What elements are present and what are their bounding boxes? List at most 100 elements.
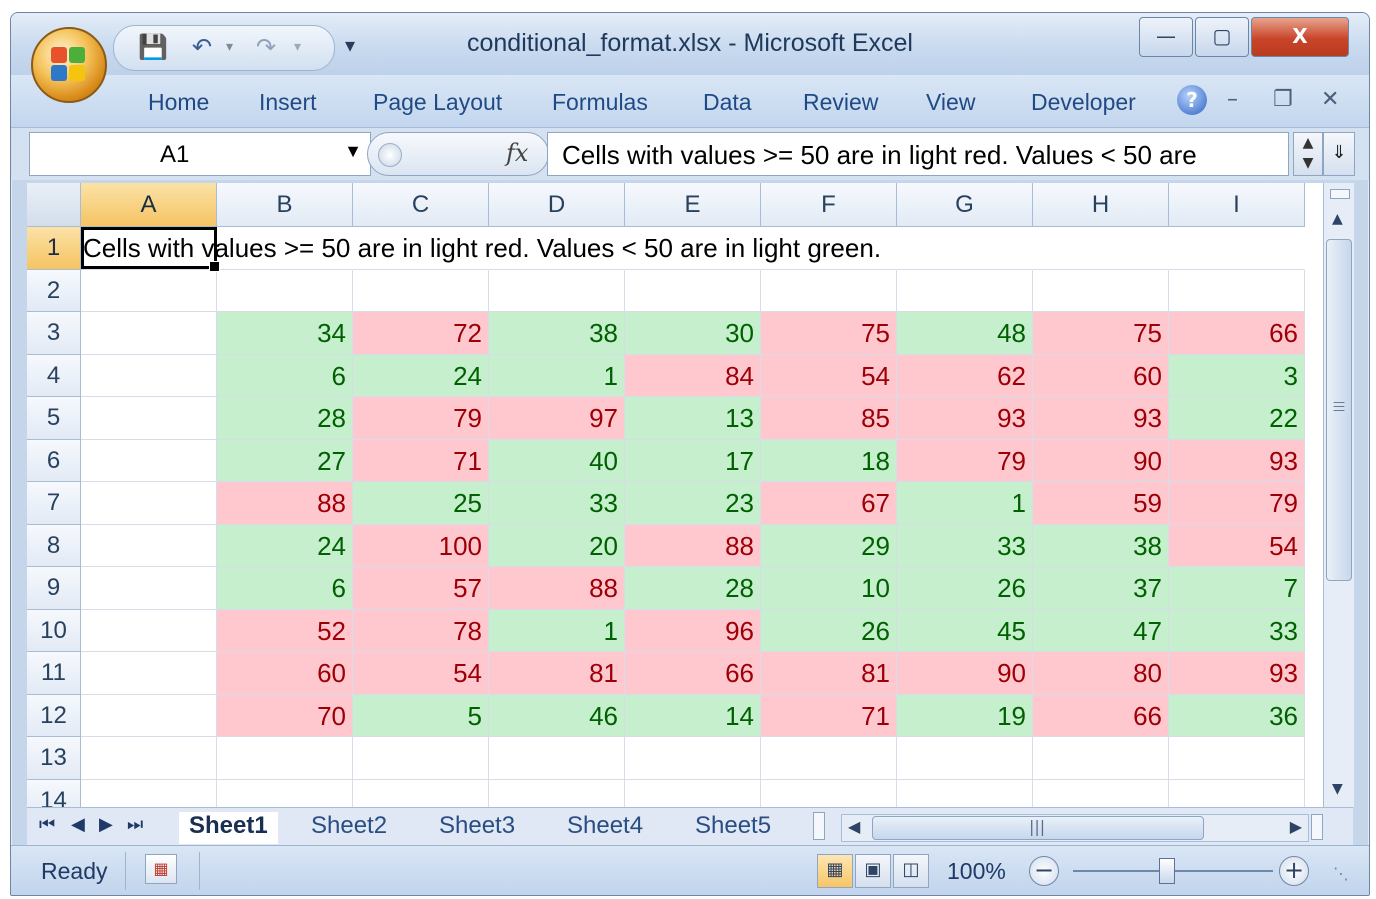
row-header-12[interactable]: 12 bbox=[27, 694, 81, 737]
cell-e4[interactable]: 84 bbox=[625, 354, 761, 397]
tab-developer[interactable]: Developer bbox=[1031, 89, 1136, 116]
cell-f9[interactable]: 10 bbox=[761, 567, 897, 610]
tab-insert[interactable]: Insert bbox=[259, 89, 317, 116]
column-header-e[interactable]: E bbox=[625, 183, 761, 227]
vertical-scrollbar[interactable]: ▲ — — — ▼ bbox=[1323, 183, 1354, 807]
row-header-10[interactable]: 10 bbox=[27, 609, 81, 652]
vertical-scroll-thumb[interactable]: — — — bbox=[1326, 239, 1352, 581]
cell-i7[interactable]: 79 bbox=[1169, 482, 1305, 525]
name-box-dropdown-icon[interactable]: ▼ bbox=[344, 141, 362, 162]
cell-e10[interactable]: 96 bbox=[625, 609, 761, 652]
cell-e3[interactable]: 30 bbox=[625, 312, 761, 355]
row-header-13[interactable]: 13 bbox=[27, 737, 81, 780]
row-header-9[interactable]: 9 bbox=[27, 567, 81, 610]
cell-h11[interactable]: 80 bbox=[1033, 652, 1169, 695]
workbook-restore-icon[interactable]: ❐ bbox=[1273, 87, 1293, 112]
page-break-preview-icon[interactable]: ◫ bbox=[893, 854, 929, 888]
cell-a9[interactable] bbox=[81, 567, 217, 610]
sheet-tab-sheet1[interactable]: Sheet1 bbox=[179, 812, 278, 844]
cell-e11[interactable]: 66 bbox=[625, 652, 761, 695]
office-button[interactable] bbox=[31, 27, 107, 103]
cell-d12[interactable]: 46 bbox=[489, 694, 625, 737]
cell-i2[interactable] bbox=[1169, 269, 1305, 312]
cell-a11[interactable] bbox=[81, 652, 217, 695]
close-button[interactable]: X bbox=[1251, 17, 1349, 57]
row-header-1[interactable]: 1 bbox=[27, 227, 81, 270]
formula-input[interactable]: Cells with values >= 50 are in light red… bbox=[547, 132, 1289, 176]
cell-b12[interactable]: 70 bbox=[217, 694, 353, 737]
cell-c13[interactable] bbox=[353, 737, 489, 780]
tab-split-handle[interactable] bbox=[813, 812, 825, 840]
cell-e13[interactable] bbox=[625, 737, 761, 780]
cell-d10[interactable]: 1 bbox=[489, 609, 625, 652]
row-header-5[interactable]: 5 bbox=[27, 397, 81, 440]
cell-g4[interactable]: 62 bbox=[897, 354, 1033, 397]
page-layout-view-icon[interactable]: ▣ bbox=[855, 854, 891, 888]
sheet-tab-sheet3[interactable]: Sheet3 bbox=[439, 812, 515, 844]
name-box[interactable]: A1 ▼ bbox=[29, 132, 371, 176]
hscroll-split-handle[interactable] bbox=[1311, 814, 1323, 840]
scroll-right-icon[interactable]: ▶ bbox=[1290, 817, 1302, 836]
row-header-2[interactable]: 2 bbox=[27, 269, 81, 312]
cell-i1[interactable] bbox=[1169, 227, 1305, 270]
column-header-a[interactable]: A bbox=[81, 183, 217, 227]
cell-a3[interactable] bbox=[81, 312, 217, 355]
cell-f11[interactable]: 81 bbox=[761, 652, 897, 695]
tab-formulas[interactable]: Formulas bbox=[552, 89, 648, 116]
cell-h8[interactable]: 38 bbox=[1033, 524, 1169, 567]
cell-a4[interactable] bbox=[81, 354, 217, 397]
row-header-6[interactable]: 6 bbox=[27, 439, 81, 482]
cell-i3[interactable]: 66 bbox=[1169, 312, 1305, 355]
cell-d4[interactable]: 1 bbox=[489, 354, 625, 397]
cell-i11[interactable]: 93 bbox=[1169, 652, 1305, 695]
cell-c10[interactable]: 78 bbox=[353, 609, 489, 652]
cell-b6[interactable]: 27 bbox=[217, 439, 353, 482]
macro-recording-icon[interactable]: ▦ bbox=[145, 854, 177, 884]
cell-i4[interactable]: 3 bbox=[1169, 354, 1305, 397]
split-box[interactable] bbox=[1330, 189, 1350, 199]
cell-f2[interactable] bbox=[761, 269, 897, 312]
cell-f13[interactable] bbox=[761, 737, 897, 780]
cell-g10[interactable]: 45 bbox=[897, 609, 1033, 652]
cell-c4[interactable]: 24 bbox=[353, 354, 489, 397]
cell-g8[interactable]: 33 bbox=[897, 524, 1033, 567]
cell-c8[interactable]: 100 bbox=[353, 524, 489, 567]
cell-d11[interactable]: 81 bbox=[489, 652, 625, 695]
workbook-close-icon[interactable]: ✕ bbox=[1321, 87, 1339, 112]
cell-h2[interactable] bbox=[1033, 269, 1169, 312]
cell-d13[interactable] bbox=[489, 737, 625, 780]
first-sheet-icon[interactable]: ⏮ bbox=[39, 814, 55, 835]
cell-a14[interactable] bbox=[81, 779, 217, 807]
insert-function-button[interactable]: fx bbox=[506, 139, 528, 167]
cell-e9[interactable]: 28 bbox=[625, 567, 761, 610]
formula-scroll-arrows[interactable]: ▲ ▼ bbox=[1293, 132, 1323, 176]
cell-g7[interactable]: 1 bbox=[897, 482, 1033, 525]
cell-a5[interactable] bbox=[81, 397, 217, 440]
prev-sheet-icon[interactable]: ◀ bbox=[71, 814, 85, 835]
row-header-8[interactable]: 8 bbox=[27, 524, 81, 567]
cell-g13[interactable] bbox=[897, 737, 1033, 780]
cell-b7[interactable]: 88 bbox=[217, 482, 353, 525]
cell-h7[interactable]: 59 bbox=[1033, 482, 1169, 525]
cell-b8[interactable]: 24 bbox=[217, 524, 353, 567]
cell-g14[interactable] bbox=[897, 779, 1033, 807]
cell-b13[interactable] bbox=[217, 737, 353, 780]
column-header-i[interactable]: I bbox=[1169, 183, 1305, 227]
cell-f4[interactable]: 54 bbox=[761, 354, 897, 397]
cell-g9[interactable]: 26 bbox=[897, 567, 1033, 610]
row-header-4[interactable]: 4 bbox=[27, 354, 81, 397]
row-header-3[interactable]: 3 bbox=[27, 312, 81, 355]
worksheet-grid[interactable]: Cells with values >= 50 are in light red… bbox=[27, 183, 1323, 807]
tab-review[interactable]: Review bbox=[803, 89, 878, 116]
cell-i14[interactable] bbox=[1169, 779, 1305, 807]
cell-g1[interactable] bbox=[897, 227, 1033, 270]
scroll-down-icon[interactable]: ▼ bbox=[1332, 781, 1343, 797]
cell-d6[interactable]: 40 bbox=[489, 439, 625, 482]
tab-data[interactable]: Data bbox=[703, 89, 752, 116]
cell-h13[interactable] bbox=[1033, 737, 1169, 780]
minimize-button[interactable]: — bbox=[1139, 17, 1193, 57]
select-all-corner[interactable] bbox=[27, 183, 81, 227]
sheet-tab-sheet2[interactable]: Sheet2 bbox=[311, 812, 387, 844]
cell-g2[interactable] bbox=[897, 269, 1033, 312]
cell-e8[interactable]: 88 bbox=[625, 524, 761, 567]
